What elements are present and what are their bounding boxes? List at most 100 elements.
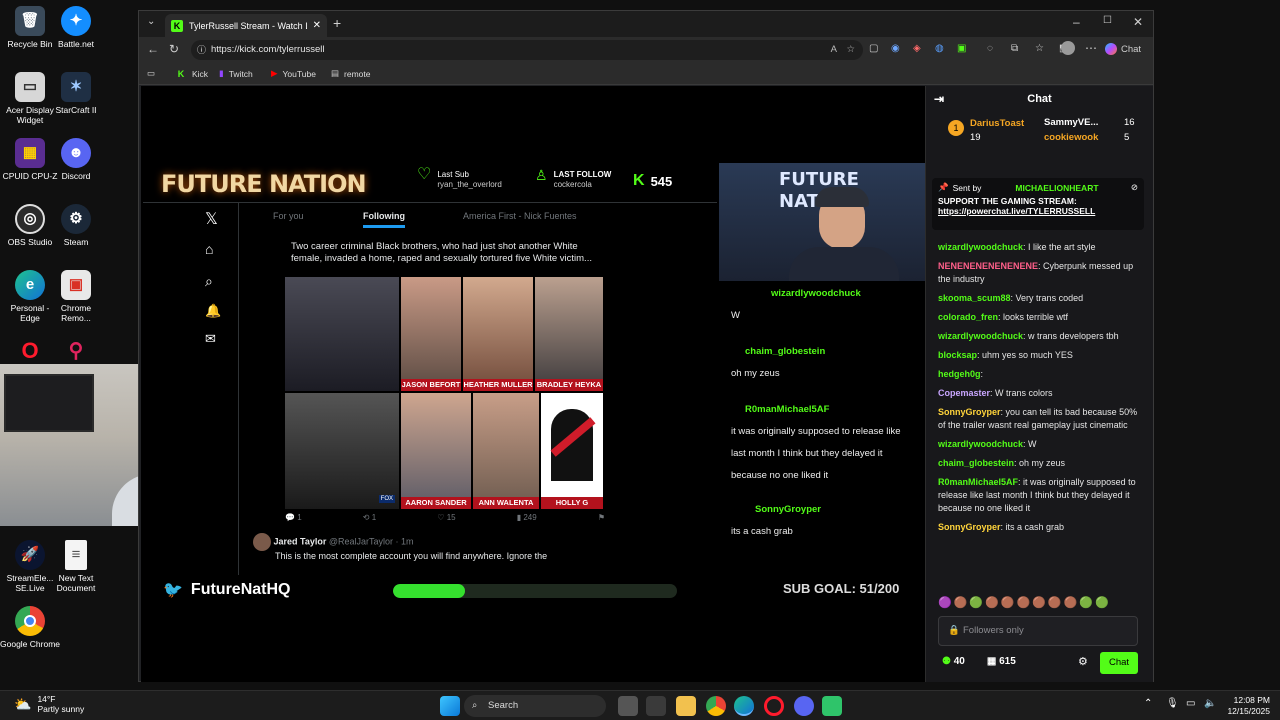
- chat-message: NENENENENENENENE: Cyberpunk messed up th…: [926, 257, 1154, 289]
- maximize-icon[interactable]: ☐: [1103, 15, 1112, 26]
- collections-icon[interactable]: ☆: [1035, 43, 1044, 54]
- kick-taskbar-icon[interactable]: [822, 696, 842, 716]
- chat-send-button[interactable]: Chat: [1100, 652, 1138, 674]
- x-logo-icon: 𝕏: [205, 211, 218, 228]
- sub-goal-progress-fill: [393, 584, 466, 598]
- victim-photo-5: ANN WALENTA: [473, 393, 539, 509]
- back-icon[interactable]: ←: [147, 42, 159, 56]
- screenshot-icon[interactable]: ◌: [987, 43, 993, 54]
- opera-taskbar-icon[interactable]: [764, 696, 784, 716]
- taskbar-search[interactable]: ⌕ Search: [464, 695, 606, 717]
- lock-icon: 🔒: [948, 625, 960, 636]
- collapse-chat-icon[interactable]: ⇥: [934, 86, 944, 112]
- chat-username[interactable]: wizardlywoodchuck: [938, 331, 1023, 341]
- taskbar: ⛅ 14°F Partly sunny ⌕ Search ⌃ 🎙 ▭ 🔈 12:0…: [0, 690, 1280, 720]
- chat-message: wizardlywoodchuck: I like the art style: [926, 238, 1154, 257]
- bookmark-kick[interactable]: K Kick: [175, 68, 208, 80]
- bookmark-youtube[interactable]: ▶ YouTube: [271, 68, 316, 79]
- copilot-chat-button[interactable]: Chat: [1105, 43, 1141, 55]
- desktop-icon-discord[interactable]: ☻ Discord: [46, 138, 106, 181]
- desktop-icon-location[interactable]: ⚲: [46, 336, 106, 362]
- chat-message: colorado_fren: looks terrible wtf: [926, 308, 1154, 327]
- clock[interactable]: 12:08 PM 12/15/2025: [1222, 695, 1270, 717]
- chat-username[interactable]: SonnyGroyper: [938, 407, 1001, 417]
- chat-username[interactable]: NENENENENENENENE: [938, 261, 1038, 271]
- app-icon[interactable]: [646, 696, 666, 716]
- chat-username[interactable]: R0manMichael5AF: [938, 477, 1018, 487]
- tab-kick-stream[interactable]: K TylerRussell Stream - Watch L ✕: [165, 14, 327, 37]
- desktop-icon-starcraft[interactable]: ✶ StarCraft II: [46, 72, 106, 115]
- weather-widget[interactable]: ⛅ 14°F Partly sunny: [14, 694, 84, 714]
- reload-icon[interactable]: ↻: [169, 42, 179, 56]
- chat-username[interactable]: SonnyGroyper: [938, 522, 1001, 532]
- more-menu-icon[interactable]: ⋯: [1085, 41, 1097, 55]
- extension-5-icon[interactable]: ▣: [957, 43, 966, 54]
- sub-goal-progress-bar: [393, 584, 677, 598]
- overlay-chat-msg: wizardlywoodchuck W: [731, 288, 861, 321]
- chrome-taskbar-icon[interactable]: [706, 696, 726, 716]
- volume-icon[interactable]: 🔈: [1204, 698, 1216, 709]
- site-info-icon[interactable]: ⓘ: [197, 40, 206, 60]
- minimize-icon[interactable]: –: [1073, 15, 1080, 29]
- profile-avatar[interactable]: [1061, 41, 1075, 55]
- chat-username[interactable]: hedgeh0g: [938, 369, 981, 379]
- desktop-icon-battlenet[interactable]: ✦ Battle.net: [46, 6, 106, 49]
- read-aloud-icon[interactable]: A: [831, 40, 837, 60]
- network-icon[interactable]: ▭: [1186, 698, 1195, 709]
- x-tabs: For you Following America First - Nick F…: [243, 211, 717, 235]
- reply-count: 💬 1: [285, 513, 302, 522]
- task-view-icon[interactable]: [618, 696, 638, 716]
- points-count[interactable]: ▦ 615: [987, 656, 1016, 667]
- bookmark-twitch[interactable]: ▮ Twitch: [219, 68, 253, 79]
- chat-username[interactable]: wizardlywoodchuck: [938, 439, 1023, 449]
- chat-username[interactable]: wizardlywoodchuck: [938, 242, 1023, 252]
- tab-list-chevron-icon[interactable]: ⌄: [147, 16, 155, 27]
- streamelements-icon: 🚀: [15, 540, 45, 570]
- users-icon: ⚉: [942, 656, 951, 667]
- chat-username[interactable]: blocksap: [938, 350, 977, 360]
- tray-chevron-icon[interactable]: ⌃: [1144, 698, 1152, 709]
- desktop-icon-steam[interactable]: ⚙ Steam: [46, 204, 106, 247]
- remote-icon: ▤: [331, 68, 340, 78]
- view-count: ▮ 249: [516, 513, 537, 522]
- chat-message: R0manMichael5AF: it was originally suppo…: [926, 473, 1154, 518]
- new-tab-icon[interactable]: +: [333, 15, 341, 31]
- chat-panel: ⇥ Chat 1 DariusToast 19 SammyVE... 16 co…: [925, 86, 1153, 682]
- extensions-puzzle-icon[interactable]: ⧉: [1011, 43, 1018, 54]
- author-avatar: [253, 533, 271, 551]
- last-sub-widget: ♡ Last Sub ryan_the_overlord: [417, 166, 502, 190]
- bookmark-remote[interactable]: ▤ remote: [331, 68, 371, 79]
- close-window-icon[interactable]: ✕: [1133, 15, 1143, 29]
- extension-3-icon[interactable]: ◈: [913, 43, 921, 54]
- favorite-star-icon[interactable]: ☆: [846, 40, 855, 60]
- viewer-count[interactable]: ⚉ 40: [942, 656, 965, 667]
- chat-username[interactable]: colorado_fren: [938, 312, 998, 322]
- chat-text: : w trans developers tbh: [1023, 331, 1119, 341]
- bookmarks-bar: ▭ K Kick ▮ Twitch ▶ YouTube ▤ remote: [139, 63, 1153, 85]
- stream-player[interactable]: FUTURE NATION ♡ Last Sub ryan_the_overlor…: [141, 86, 925, 682]
- pinned-message[interactable]: 📌 Sent by MICHAELIONHEART ⊘ SUPPORT THE …: [932, 178, 1144, 230]
- chat-username[interactable]: Copemaster: [938, 388, 990, 398]
- start-windows-icon[interactable]: [440, 696, 460, 716]
- address-bar[interactable]: ⓘ https://kick.com/tylerrussell A ☆: [191, 40, 863, 60]
- extension-1-icon[interactable]: ▢: [869, 43, 878, 54]
- discord-taskbar-icon[interactable]: [794, 696, 814, 716]
- chat-settings-icon[interactable]: ⚙: [1078, 655, 1088, 668]
- file-explorer-icon[interactable]: [676, 696, 696, 716]
- chat-input[interactable]: 🔒 Followers only: [938, 616, 1138, 646]
- extension-2-icon[interactable]: ◉: [891, 43, 900, 54]
- chat-username[interactable]: chaim_globestein: [938, 458, 1014, 468]
- close-tab-icon[interactable]: ✕: [313, 20, 321, 31]
- desktop-icon-chrome-remote[interactable]: ▣ Chrome Remo...: [46, 270, 106, 323]
- microphone-icon[interactable]: 🎙: [1166, 698, 1179, 709]
- chat-username[interactable]: skooma_scum88: [938, 293, 1011, 303]
- post-engagement-bar: 💬 1 ⟲ 1 ♡ 15 ▮ 249 ⚑: [285, 513, 605, 522]
- chat-text: : uhm yes so much YES: [977, 350, 1073, 360]
- bookmarks-menu-icon[interactable]: ▭: [147, 68, 155, 79]
- unpin-icon[interactable]: ⊘: [1131, 182, 1138, 193]
- extension-4-icon[interactable]: ◍: [935, 43, 944, 54]
- desktop-icon-chrome[interactable]: Google Chrome: [0, 606, 60, 649]
- weather-sun-icon: ⛅: [14, 696, 32, 712]
- edge-taskbar-icon[interactable]: [734, 696, 754, 716]
- desktop-icon-text-doc[interactable]: ≡ New Text Document: [46, 540, 106, 593]
